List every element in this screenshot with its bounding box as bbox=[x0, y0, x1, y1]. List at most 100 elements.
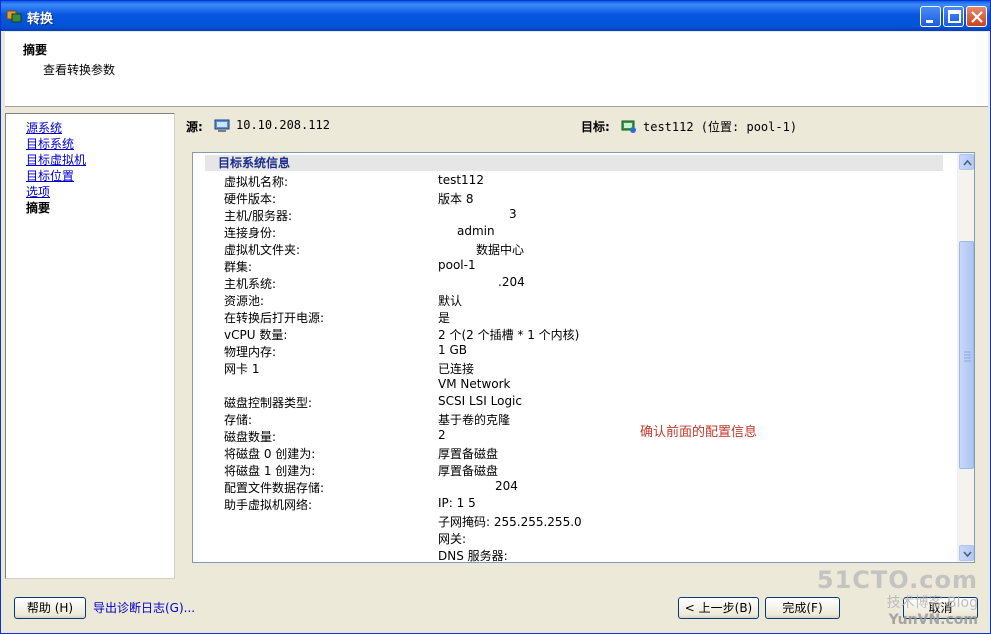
detail-key: 助手虚拟机网络: bbox=[224, 498, 313, 512]
target-value: test112 (位置: pool-1) bbox=[643, 120, 798, 134]
page-title: 摘要 bbox=[23, 43, 48, 57]
detail-row: 主机/服务器: 3 bbox=[193, 207, 953, 224]
detail-value: 3 bbox=[509, 207, 517, 221]
detail-value: 2 bbox=[438, 428, 446, 442]
detail-value: 厚置备磁盘 bbox=[438, 464, 499, 478]
detail-value: 数据中心 bbox=[476, 243, 525, 257]
detail-key: 配置文件数据存储: bbox=[224, 481, 325, 495]
detail-value: 是 bbox=[438, 311, 451, 325]
detail-key: 群集: bbox=[224, 260, 253, 274]
detail-row: 磁盘控制器类型: SCSI LSI Logic bbox=[193, 394, 953, 411]
maximize-icon bbox=[948, 10, 961, 23]
detail-value: 子网掩码: 255.255.255.0 bbox=[438, 515, 582, 529]
detail-value: 1 GB bbox=[438, 343, 467, 357]
detail-row: 配置文件数据存储: 204 bbox=[193, 479, 953, 496]
detail-key: 资源池: bbox=[224, 294, 265, 308]
detail-key: 存储: bbox=[224, 413, 253, 427]
detail-key: 虚拟机名称: bbox=[224, 175, 289, 189]
computer-icon bbox=[214, 119, 230, 132]
detail-row: VM Network bbox=[193, 377, 953, 394]
help-button[interactable]: 帮助 (H) bbox=[14, 597, 86, 619]
detail-value: VM Network bbox=[438, 377, 511, 391]
detail-row: 子网掩码: 255.255.255.0 bbox=[193, 513, 953, 530]
detail-row: 将磁盘 0 创建为: 厚置备磁盘 bbox=[193, 445, 953, 462]
detail-key: 物理内存: bbox=[224, 345, 277, 359]
wizard-steps-nav: 源系统 目标系统 目标虚拟机 目标位置 选项 摘要 bbox=[5, 113, 175, 579]
detail-row: 在转换后打开电源: 是 bbox=[193, 309, 953, 326]
detail-row: 存储: 基于卷的克隆 bbox=[193, 411, 953, 428]
detail-key: 虚拟机文件夹: bbox=[224, 243, 301, 257]
back-button[interactable]: < 上一步(B) bbox=[678, 597, 759, 619]
nav-item-target-system[interactable]: 目标系统 bbox=[26, 136, 74, 152]
detail-value: pool-1 bbox=[438, 258, 476, 272]
detail-row: 主机系统: .204 bbox=[193, 275, 953, 292]
watermark-line1: 51CTO.com bbox=[816, 566, 978, 594]
vertical-scrollbar[interactable] bbox=[957, 153, 974, 562]
detail-key: 连接身份: bbox=[224, 226, 277, 240]
detail-key: 磁盘控制器类型: bbox=[224, 396, 313, 410]
grip-icon bbox=[964, 351, 971, 362]
vm-icon bbox=[621, 120, 636, 133]
target-label: 目标: bbox=[581, 120, 610, 134]
detail-key: vCPU 数量: bbox=[224, 328, 288, 342]
detail-key: 主机/服务器: bbox=[224, 209, 293, 223]
nav-item-options[interactable]: 选项 bbox=[26, 184, 50, 200]
close-icon bbox=[971, 11, 983, 23]
summary-details-panel[interactable]: 目标系统信息 虚拟机名称: test112 硬件版本: 版本 8 主机/服务器: 3 … bbox=[192, 152, 975, 563]
detail-row: 硬件版本: 版本 8 bbox=[193, 190, 953, 207]
section-header: 目标系统信息 bbox=[205, 155, 943, 171]
watermark-line3: YunVN.com bbox=[888, 612, 978, 628]
detail-value: 厚置备磁盘 bbox=[438, 447, 499, 461]
detail-value: IP: 1 5 bbox=[438, 496, 476, 510]
detail-row: 虚拟机文件夹: 数据中心 bbox=[193, 241, 953, 258]
detail-value: 已连接 bbox=[438, 362, 475, 376]
detail-key: 磁盘数量: bbox=[224, 430, 277, 444]
detail-row: 资源池: 默认 bbox=[193, 292, 953, 309]
detail-key: 网卡 1 bbox=[224, 362, 260, 376]
detail-row: DNS 服务器: bbox=[193, 547, 953, 563]
wizard-header: 摘要 查看转换参数 bbox=[5, 32, 988, 107]
detail-row: 物理内存: 1 GB bbox=[193, 343, 953, 360]
detail-value: 基于卷的克隆 bbox=[438, 413, 511, 427]
chevron-up-icon bbox=[963, 159, 972, 166]
detail-value: test112 bbox=[438, 173, 484, 187]
detail-value: 204 bbox=[495, 479, 518, 493]
detail-value: DNS 服务器: bbox=[438, 549, 508, 563]
scroll-down-button[interactable] bbox=[959, 545, 974, 561]
detail-row: 连接身份: admin bbox=[193, 224, 953, 241]
nav-item-target-location[interactable]: 目标位置 bbox=[26, 168, 74, 184]
detail-value: 2 个(2 个插槽 * 1 个内核) bbox=[438, 328, 580, 342]
watermark-line2: 技术博客 Blog bbox=[886, 595, 978, 611]
source-target-row: 源: 10.10.208.112 目标: test112 (位置: pool-1… bbox=[186, 117, 976, 137]
watermark: 51CTO.com 技术博客 Blog YunVN.com bbox=[817, 566, 978, 628]
close-button[interactable] bbox=[966, 6, 987, 27]
detail-row: 磁盘数量: 2 bbox=[193, 428, 953, 445]
detail-key: 在转换后打开电源: bbox=[224, 311, 325, 325]
source-label: 源: bbox=[186, 120, 203, 134]
detail-row: 将磁盘 1 创建为: 厚置备磁盘 bbox=[193, 462, 953, 479]
scroll-up-button[interactable] bbox=[959, 154, 974, 170]
detail-row: 网关: bbox=[193, 530, 953, 547]
nav-item-target-vm[interactable]: 目标虚拟机 bbox=[26, 152, 86, 168]
app-icon bbox=[6, 10, 22, 23]
maximize-button[interactable] bbox=[943, 6, 964, 27]
detail-row: 网卡 1 已连接 bbox=[193, 360, 953, 377]
detail-key: 主机系统: bbox=[224, 277, 277, 291]
detail-value: SCSI LSI Logic bbox=[438, 394, 522, 408]
scroll-thumb[interactable] bbox=[959, 241, 974, 469]
title-bar[interactable]: 转换 bbox=[1, 1, 990, 31]
detail-key: 将磁盘 1 创建为: bbox=[224, 464, 316, 478]
detail-key: 硬件版本: bbox=[224, 192, 277, 206]
source-value: 10.10.208.112 bbox=[236, 118, 330, 132]
minimize-button[interactable] bbox=[920, 6, 941, 27]
detail-value: admin bbox=[457, 224, 495, 238]
window-title: 转换 bbox=[27, 12, 54, 27]
export-diagnostics-link[interactable]: 导出诊断日志(G)... bbox=[93, 599, 195, 616]
detail-value: 版本 8 bbox=[438, 192, 474, 206]
minimize-icon bbox=[926, 20, 933, 23]
nav-item-source-system[interactable]: 源系统 bbox=[26, 120, 62, 136]
detail-key: 将磁盘 0 创建为: bbox=[224, 447, 316, 461]
annotation-note: 确认前面的配置信息 bbox=[640, 425, 758, 440]
nav-item-summary: 摘要 bbox=[26, 201, 51, 215]
detail-row: vCPU 数量: 2 个(2 个插槽 * 1 个内核) bbox=[193, 326, 953, 343]
